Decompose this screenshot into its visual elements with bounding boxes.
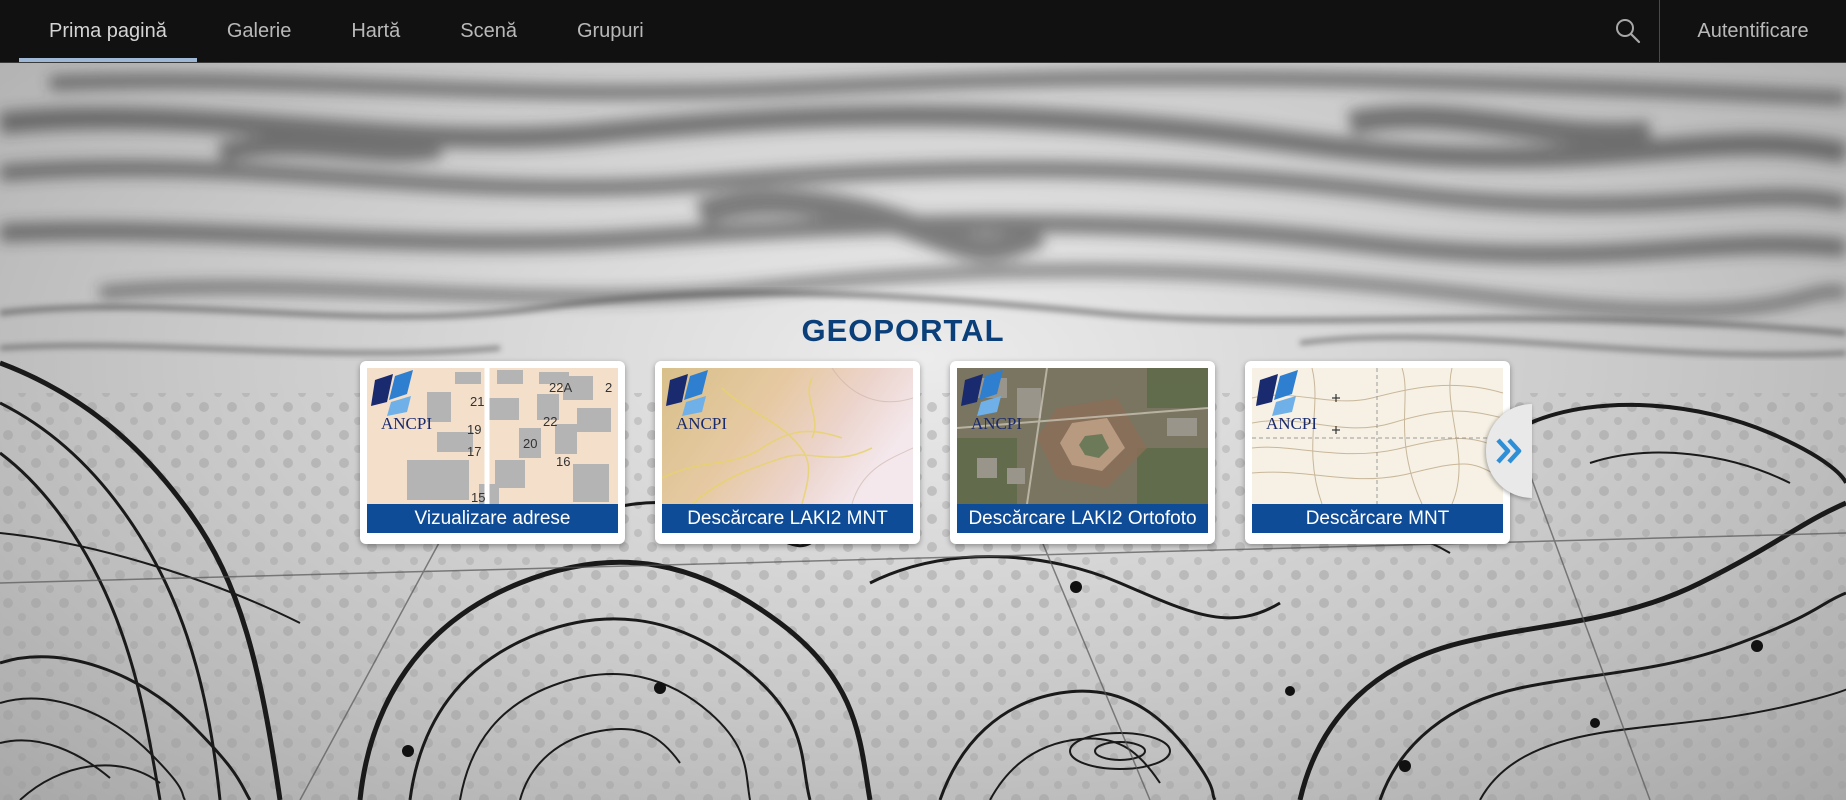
house-number: 16: [556, 454, 570, 469]
nav-tab-groups[interactable]: Grupuri: [547, 0, 674, 62]
orthophoto-thumbnail: [957, 368, 1208, 504]
house-number: 17: [467, 444, 481, 459]
portal-title: GEOPORTAL: [801, 313, 1005, 348]
house-number: 22: [543, 414, 557, 429]
house-number: 22A: [549, 380, 572, 395]
logo-text: ANCPI: [381, 414, 433, 433]
search-icon: [1616, 19, 1641, 44]
card-thumbnail: 21 22A 2 19 22 17 20 16 15 ANCPI: [367, 368, 618, 504]
house-number: 21: [470, 394, 484, 409]
house-number: 20: [523, 436, 537, 451]
logo-text: ANCPI: [971, 414, 1023, 433]
nav-tab-scene[interactable]: Scenă: [430, 0, 547, 62]
house-number: 19: [467, 422, 481, 437]
card-caption: Vizualizare adrese: [367, 504, 618, 533]
login-button[interactable]: Autentificare: [1660, 0, 1846, 62]
elevation-map-thumbnail: [662, 368, 913, 504]
card-caption: Descărcare LAKI2 MNT: [662, 504, 913, 533]
top-navbar: Prima pagină Galerie Hartă Scenă Grupuri…: [0, 0, 1846, 63]
card-caption: Descărcare LAKI2 Ortofoto: [957, 504, 1208, 533]
nav-tab-home[interactable]: Prima pagină: [19, 0, 197, 62]
card-caption: Descărcare MNT: [1252, 504, 1503, 533]
card-thumbnail: ANCPI: [957, 368, 1208, 504]
card-thumbnail: ANCPI: [1252, 368, 1503, 504]
topographic-background: [0, 70, 1846, 800]
card-thumbnail: ANCPI: [662, 368, 913, 504]
nav-tab-gallery[interactable]: Galerie: [197, 0, 321, 62]
card-mnt-download[interactable]: ANCPI Descărcare MNT: [1245, 361, 1510, 544]
topo-map-thumbnail: [1252, 368, 1503, 504]
address-map-thumbnail: 21 22A 2 19 22 17 20 16 15: [367, 368, 618, 504]
search-button[interactable]: [1596, 0, 1660, 62]
nav-tabs: Prima pagină Galerie Hartă Scenă Grupuri: [19, 0, 674, 62]
logo-text: ANCPI: [676, 414, 728, 433]
hero-banner: GEOPORTAL 21 22A 2 19 22 17 20 16 15 ANC…: [0, 63, 1846, 800]
logo-text: ANCPI: [1266, 414, 1318, 433]
house-number: 15: [471, 490, 485, 504]
double-chevron-right-icon: [1496, 438, 1522, 464]
card-address-viewer[interactable]: 21 22A 2 19 22 17 20 16 15 ANCPI Vizuali…: [360, 361, 625, 544]
house-number: 2: [605, 380, 612, 395]
nav-tab-map[interactable]: Hartă: [321, 0, 430, 62]
card-laki2-mnt-download[interactable]: ANCPI Descărcare LAKI2 MNT: [655, 361, 920, 544]
card-laki2-ortho-download[interactable]: ANCPI Descărcare LAKI2 Ortofoto: [950, 361, 1215, 544]
